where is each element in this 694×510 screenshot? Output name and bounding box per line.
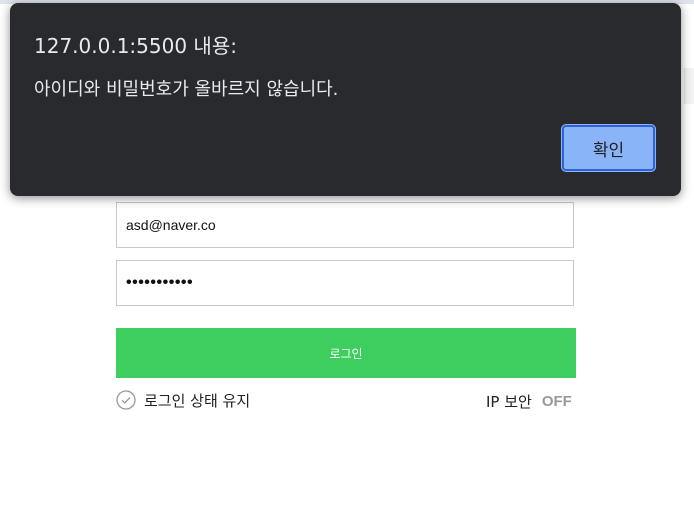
ip-security-label: IP 보안 [486,392,532,411]
id-input[interactable]: asd@naver.co [116,202,574,248]
password-input[interactable]: ••••••••••• [116,260,574,306]
ip-security-toggle[interactable]: OFF [542,393,572,410]
login-button[interactable]: 로그인 [116,328,576,378]
alert-dialog: 127.0.0.1:5500 내용: 아이디와 비밀번호가 올바르지 않습니다.… [10,3,681,196]
page-edge-element [684,68,694,104]
password-input-value: ••••••••••• [126,274,194,291]
dialog-message: 아이디와 비밀번호가 올바르지 않습니다. [34,79,339,100]
dialog-title: 127.0.0.1:5500 내용: [34,34,237,58]
dialog-ok-button[interactable]: 확인 [562,125,655,171]
id-input-value: asd@naver.co [126,217,216,233]
login-button-label: 로그인 [329,346,363,361]
check-circle-icon [116,390,136,410]
keep-login-label: 로그인 상태 유지 [144,391,251,410]
keep-login-toggle[interactable]: 로그인 상태 유지 [116,388,250,412]
ip-security[interactable]: IP 보안 OFF [486,390,572,412]
dialog-ok-label: 확인 [592,140,625,161]
